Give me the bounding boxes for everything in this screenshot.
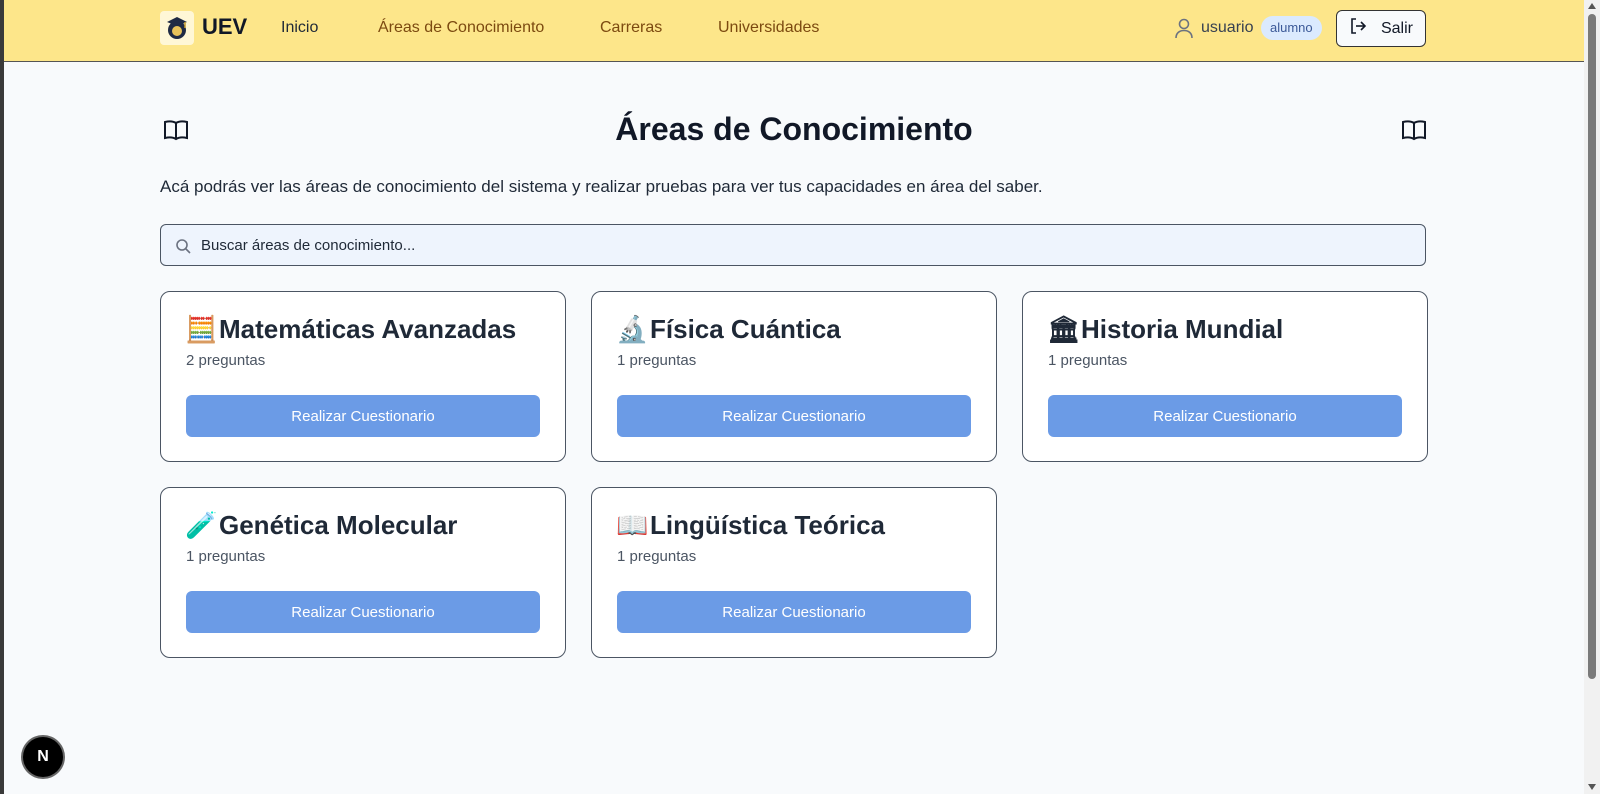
open-book-icon: 📖 <box>616 510 649 541</box>
nextjs-dev-badge[interactable]: N <box>23 737 63 777</box>
logout-icon <box>1349 17 1367 40</box>
question-count: 1 preguntas <box>617 548 697 565</box>
nav-carreras[interactable]: Carreras <box>600 19 662 37</box>
search-box <box>160 224 1426 266</box>
role-badge: alumno <box>1261 16 1322 40</box>
username-label: usuario <box>1201 19 1254 36</box>
card-title-text: Lingüística Teórica <box>650 510 886 540</box>
microscope-icon: 🔬 <box>616 314 649 345</box>
classical-building-icon: 🏛 <box>1047 314 1081 345</box>
page-title: Áreas de Conocimiento <box>615 111 973 147</box>
page-viewport: UEV Inicio Áreas de Conocimiento Carrera… <box>4 0 1584 794</box>
nav-areas-conocimiento[interactable]: Áreas de Conocimiento <box>378 19 544 37</box>
top-navbar: UEV Inicio Áreas de Conocimiento Carrera… <box>4 0 1584 62</box>
card-title: 🔬 Física Cuántica <box>616 314 841 345</box>
area-card: 🏛 Historia Mundial 1 preguntas Realizar … <box>1022 291 1428 462</box>
scrollbar-thumb[interactable] <box>1588 14 1596 679</box>
card-title: 🧮 Matemáticas Avanzadas <box>185 314 516 345</box>
area-card: 🧪 Genética Molecular 1 preguntas Realiza… <box>160 487 566 658</box>
scroll-up-icon[interactable] <box>1588 3 1596 9</box>
question-count: 1 preguntas <box>617 352 697 369</box>
take-quiz-button[interactable]: Realizar Cuestionario <box>617 395 971 437</box>
nav-inicio[interactable]: Inicio <box>281 19 318 37</box>
user-icon <box>1174 17 1194 44</box>
page-description: Acá podrás ver las áreas de conocimiento… <box>160 177 1043 196</box>
book-open-icon <box>1401 119 1427 146</box>
logout-button[interactable]: Salir <box>1336 10 1426 47</box>
vertical-scrollbar[interactable] <box>1584 0 1600 794</box>
search-input[interactable] <box>201 225 1411 265</box>
card-title-text: Genética Molecular <box>219 510 458 540</box>
abacus-icon: 🧮 <box>185 314 218 345</box>
search-icon <box>175 238 191 259</box>
area-card: 🧮 Matemáticas Avanzadas 2 preguntas Real… <box>160 291 566 462</box>
brand-name[interactable]: UEV <box>202 14 247 40</box>
area-card: 📖 Lingüística Teórica 1 preguntas Realiz… <box>591 487 997 658</box>
card-title-text: Historia Mundial <box>1081 314 1284 344</box>
card-title: 🏛 Historia Mundial <box>1047 314 1283 345</box>
test-tube-icon: 🧪 <box>185 510 218 541</box>
logout-label: Salir <box>1380 19 1413 37</box>
card-title-text: Matemáticas Avanzadas <box>219 314 517 344</box>
area-card: 🔬 Física Cuántica 1 preguntas Realizar C… <box>591 291 997 462</box>
question-count: 1 preguntas <box>186 548 266 565</box>
question-count: 2 preguntas <box>186 352 266 369</box>
take-quiz-button[interactable]: Realizar Cuestionario <box>617 591 971 633</box>
take-quiz-button[interactable]: Realizar Cuestionario <box>186 591 540 633</box>
card-title-text: Física Cuántica <box>650 314 841 344</box>
graduation-cap-logo-icon[interactable] <box>160 11 194 45</box>
scroll-down-icon[interactable] <box>1588 784 1596 790</box>
take-quiz-button[interactable]: Realizar Cuestionario <box>1048 395 1402 437</box>
nav-universidades[interactable]: Universidades <box>718 19 819 37</box>
card-title: 🧪 Genética Molecular <box>185 510 457 541</box>
question-count: 1 preguntas <box>1048 352 1128 369</box>
card-title: 📖 Lingüística Teórica <box>616 510 885 541</box>
take-quiz-button[interactable]: Realizar Cuestionario <box>186 395 540 437</box>
